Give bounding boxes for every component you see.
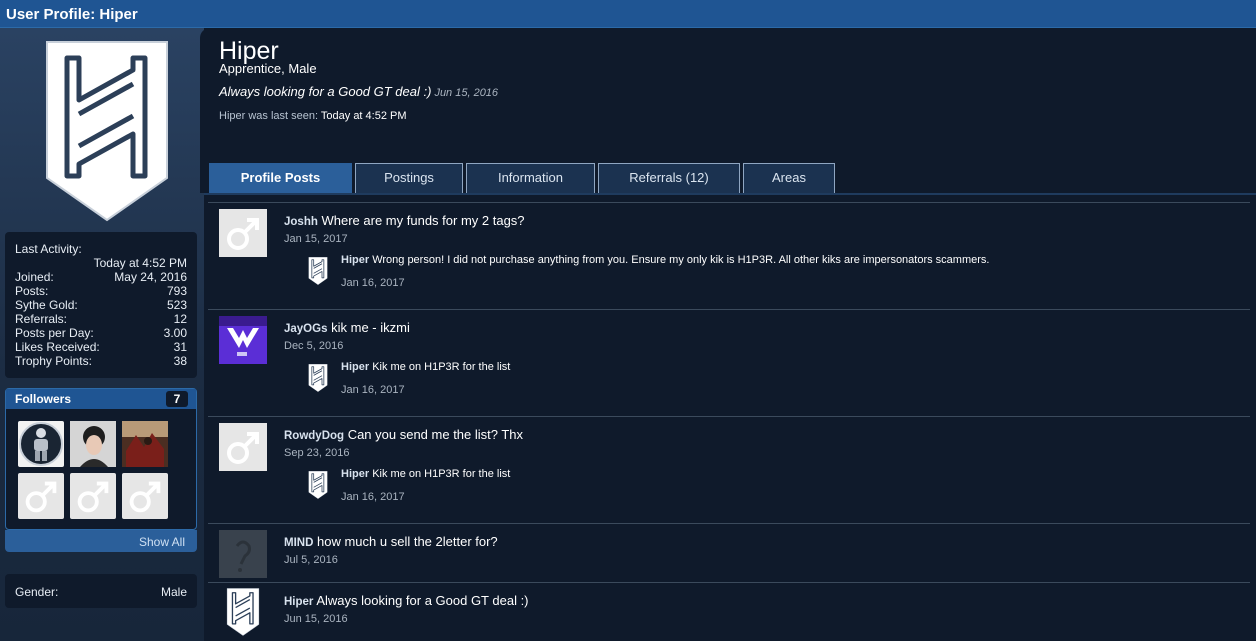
stat-row: Posts: 793 [15, 284, 187, 298]
tab-areas[interactable]: Areas [743, 163, 835, 193]
reply-author[interactable]: Hiper [341, 468, 369, 480]
followers-title: Followers [15, 392, 72, 406]
profile-header: Hiper Apprentice, Male Always looking fo… [200, 28, 1256, 193]
profile-post: RowdyDog Can you send me the list? Thx S… [208, 417, 1250, 524]
post-date[interactable]: Dec 5, 2016 [284, 340, 343, 352]
profile-post: MIND how much u sell the 2letter for? Ju… [208, 524, 1250, 583]
reply-date[interactable]: Jan 16, 2017 [341, 491, 405, 503]
last-seen: Hiper was last seen: Today at 4:52 PM [219, 110, 407, 122]
status-date: Jun 15, 2016 [434, 87, 499, 99]
tab-referrals[interactable]: Referrals (12) [598, 163, 740, 193]
gender-label: Gender: [15, 585, 59, 599]
sidebar: Last Activity: Today at 4:52 PM Joined: M… [0, 28, 204, 641]
followers-panel: Followers 7 [5, 388, 197, 530]
tab-information[interactable]: Information [466, 163, 595, 193]
follower-avatar[interactable] [18, 473, 64, 519]
post-date[interactable]: Jun 15, 2016 [284, 613, 348, 625]
post-avatar[interactable] [219, 209, 267, 257]
stat-row: Joined: May 24, 2016 [15, 270, 187, 284]
reply-message: Hiper Kik me on H1P3R for the list [341, 468, 511, 480]
post-message: Joshh Where are my funds for my 2 tags? [284, 213, 525, 228]
tab-profile-posts[interactable]: Profile Posts [209, 163, 352, 193]
post-message: MIND how much u sell the 2letter for? [284, 534, 498, 549]
stat-row: Posts per Day: 3.00 [15, 326, 187, 340]
follower-avatar[interactable] [122, 421, 168, 467]
gender-panel: Gender: Male [5, 574, 197, 608]
reply-date[interactable]: Jan 16, 2017 [341, 384, 405, 396]
followers-count: 7 [166, 391, 188, 407]
follower-avatar[interactable] [122, 473, 168, 519]
post-message: Hiper Always looking for a Good GT deal … [284, 593, 529, 608]
reply-message: Hiper Kik me on H1P3R for the list [341, 361, 511, 373]
follower-avatar[interactable] [18, 421, 64, 467]
tab-postings[interactable]: Postings [355, 163, 463, 193]
stats-panel: Last Activity: Today at 4:52 PM Joined: M… [5, 232, 197, 378]
last-activity-value: Today at 4:52 PM [93, 256, 187, 270]
post-avatar[interactable] [219, 316, 267, 364]
post-author[interactable]: RowdyDog [284, 430, 344, 442]
reply-avatar[interactable] [304, 471, 332, 499]
follower-avatar[interactable] [70, 421, 116, 467]
post-author[interactable]: Joshh [284, 216, 318, 228]
reply-author[interactable]: Hiper [341, 254, 369, 266]
profile-avatar[interactable] [45, 40, 169, 222]
post-author[interactable]: Hiper [284, 596, 313, 608]
stat-row: Likes Received: 31 [15, 340, 187, 354]
follower-avatar[interactable] [70, 473, 116, 519]
title-bar: User Profile: Hiper [0, 0, 1256, 28]
stat-row: Trophy Points: 38 [15, 354, 187, 368]
show-all-button[interactable]: Show All [5, 530, 197, 552]
stat-row: Sythe Gold: 523 [15, 298, 187, 312]
post-avatar[interactable] [219, 530, 267, 578]
post-avatar[interactable] [219, 423, 267, 471]
reply-avatar[interactable] [304, 257, 332, 285]
show-all-label: Show All [138, 535, 185, 549]
profile-post: Hiper Always looking for a Good GT deal … [208, 583, 1250, 641]
stat-row: Referrals: 12 [15, 312, 187, 326]
post-author[interactable]: MIND [284, 537, 313, 549]
post-date[interactable]: Jan 15, 2017 [284, 233, 348, 245]
window-title: User Profile: Hiper [6, 6, 138, 23]
post-avatar[interactable] [224, 588, 262, 636]
post-author[interactable]: JayOGs [284, 323, 327, 335]
reply-avatar[interactable] [304, 364, 332, 392]
last-activity-label: Last Activity: [15, 242, 82, 256]
profile-user-title: Apprentice, Male [219, 61, 317, 76]
profile-post: JayOGs kik me - ikzmi Dec 5, 2016 Hiper … [208, 310, 1250, 417]
reply-message: Hiper Wrong person! I did not purchase a… [341, 254, 990, 266]
post-message: JayOGs kik me - ikzmi [284, 320, 410, 335]
reply-author[interactable]: Hiper [341, 361, 369, 373]
profile-post: Joshh Where are my funds for my 2 tags? … [208, 203, 1250, 310]
post-date[interactable]: Sep 23, 2016 [284, 447, 349, 459]
profile-posts-list: Joshh Where are my funds for my 2 tags? … [204, 193, 1256, 641]
profile-status: Always looking for a Good GT deal :) Jun … [219, 84, 499, 99]
gender-value: Male [160, 585, 187, 599]
reply-date[interactable]: Jan 16, 2017 [341, 277, 405, 289]
post-date[interactable]: Jul 5, 2016 [284, 554, 338, 566]
post-message: RowdyDog Can you send me the list? Thx [284, 427, 524, 442]
followers-header[interactable]: Followers 7 [6, 389, 196, 409]
